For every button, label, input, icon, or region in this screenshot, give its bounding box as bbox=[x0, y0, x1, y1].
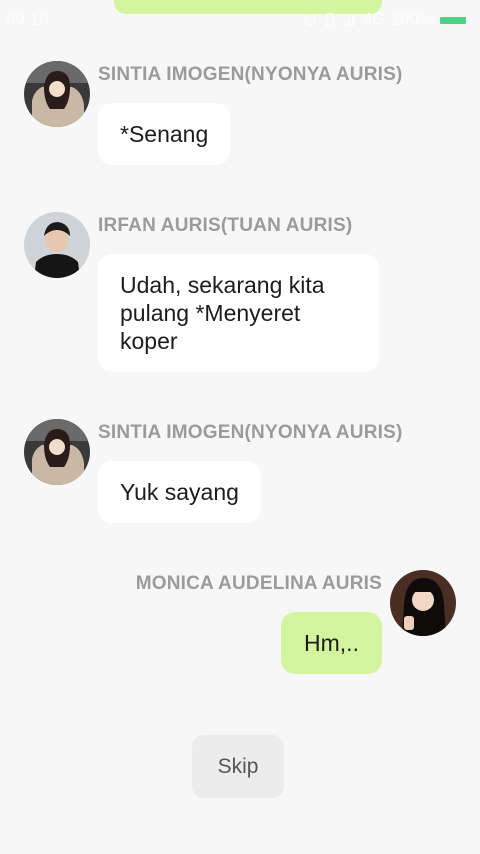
avatar-woman-car-icon bbox=[24, 61, 90, 127]
battery-percent: 100% bbox=[390, 10, 434, 29]
chat-screen: 09.10 4G 100% SINTIA IMOGEN(NYONYA AURIS… bbox=[0, 0, 480, 854]
avatar[interactable] bbox=[24, 419, 90, 485]
battery-icon bbox=[440, 16, 466, 24]
message-bubble[interactable]: Udah, sekarang kita pulang *Menyeret kop… bbox=[98, 254, 379, 372]
avatar[interactable] bbox=[24, 61, 90, 127]
message-bubble-self[interactable]: Hm,.. bbox=[281, 612, 382, 674]
avatar-woman-car-icon bbox=[24, 419, 90, 485]
avatar-man-dark-icon bbox=[24, 212, 90, 278]
sender-name: IRFAN AURIS(TUAN AURIS) bbox=[98, 215, 353, 236]
status-time: 09.10 bbox=[6, 10, 49, 29]
sender-name: SINTIA IMOGEN(NYONYA AURIS) bbox=[98, 422, 403, 443]
sender-name: SINTIA IMOGEN(NYONYA AURIS) bbox=[98, 64, 403, 85]
skip-button[interactable]: Skip bbox=[192, 735, 284, 798]
network-type: 4G bbox=[363, 11, 385, 28]
sender-name: MONICA AUDELINA AURIS bbox=[135, 573, 382, 594]
signal-icon bbox=[344, 16, 355, 26]
avatar-woman-black-hair-icon bbox=[390, 570, 456, 636]
avatar[interactable] bbox=[390, 570, 456, 636]
alarm-icon bbox=[304, 14, 316, 26]
message-bubble[interactable]: *Senang bbox=[98, 103, 231, 165]
status-bar: 09.10 4G 100% bbox=[0, 0, 480, 38]
status-icons: 4G 100% bbox=[303, 10, 466, 30]
vibrate-icon bbox=[326, 13, 334, 27]
avatar[interactable] bbox=[24, 212, 90, 278]
message-bubble[interactable]: Yuk sayang bbox=[98, 461, 261, 523]
